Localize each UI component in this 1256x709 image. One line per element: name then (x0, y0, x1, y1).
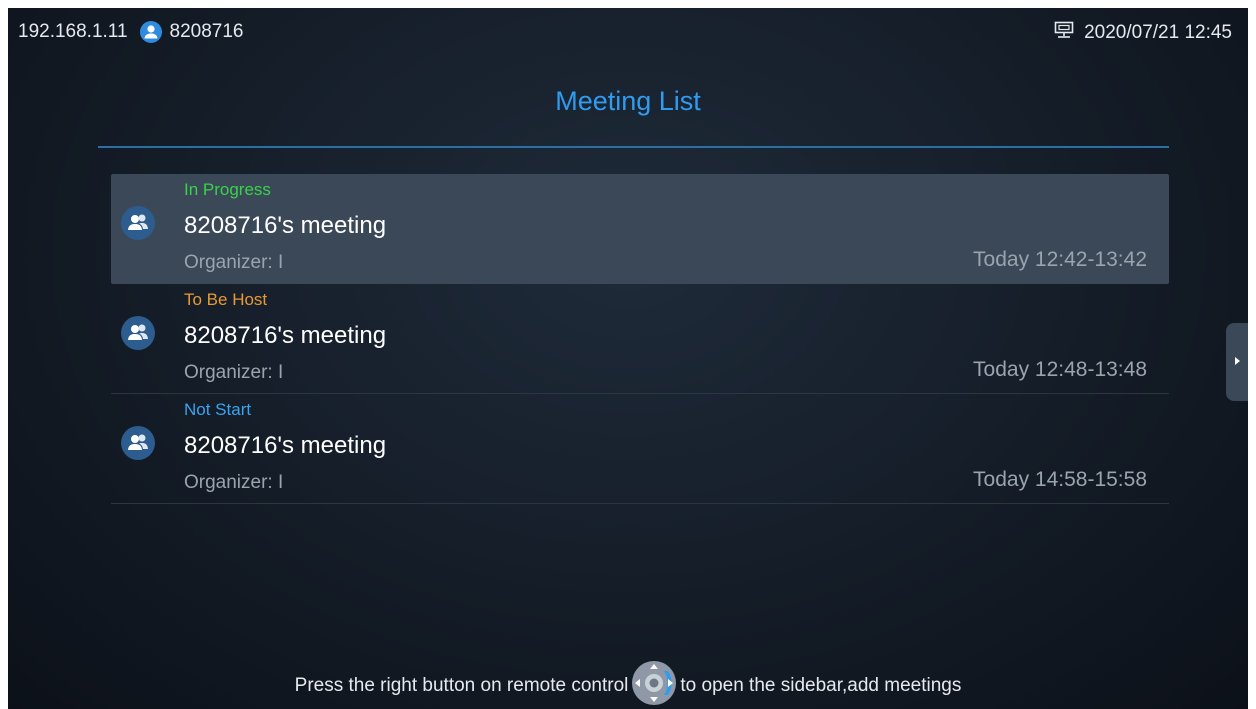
chevron-right-icon (1235, 357, 1240, 365)
meeting-status: Not Start (184, 400, 252, 419)
meeting-time: Today 12:42-13:42 (973, 248, 1147, 271)
screen: 192.168.1.11 8208716 2020/07/21 12:45 Me… (8, 8, 1248, 709)
meeting-organizer: Organizer: I (184, 472, 284, 493)
hint-text-before: Press the right button on remote control (294, 675, 629, 696)
status-right: 2020/07/21 12:45 (1054, 21, 1232, 45)
ip-address: 192.168.1.11 (18, 21, 128, 42)
meeting-time: Today 14:58-15:58 (973, 468, 1147, 491)
sidebar-toggle-button[interactable] (1226, 323, 1248, 401)
meeting-time: Today 12:48-13:48 (973, 358, 1147, 381)
group-icon (121, 426, 155, 460)
meeting-organizer: Organizer: I (184, 252, 284, 273)
meeting-title: 8208716's meeting (184, 432, 387, 459)
meeting-status: To Be Host (184, 290, 268, 309)
title-divider (98, 146, 1169, 148)
datetime: 2020/07/21 12:45 (1084, 22, 1232, 43)
meeting-row[interactable]: To Be Host 8208716's meeting Organizer: … (111, 284, 1169, 394)
meeting-row[interactable]: Not Start 8208716's meeting Organizer: I… (111, 394, 1169, 504)
meeting-row[interactable]: In Progress 8208716's meeting Organizer:… (111, 174, 1169, 284)
lan-icon (1054, 21, 1074, 45)
group-icon (121, 206, 155, 240)
meeting-organizer: Organizer: I (184, 362, 284, 383)
status-left: 192.168.1.11 8208716 (18, 21, 244, 43)
page-title: Meeting List (555, 86, 701, 116)
account-number: 8208716 (169, 21, 244, 42)
meeting-title: 8208716's meeting (184, 322, 387, 349)
status-bar: 192.168.1.11 8208716 2020/07/21 12:45 (8, 8, 1248, 58)
meeting-list: In Progress 8208716's meeting Organizer:… (111, 174, 1169, 504)
hint-bar: Press the right button on remote control… (8, 656, 1248, 709)
user-icon (139, 21, 162, 43)
meeting-status: In Progress (184, 180, 271, 199)
remote-dpad-icon (630, 659, 678, 709)
hint-text-after: to open the sidebar,add meetings (680, 675, 962, 696)
meeting-title: 8208716's meeting (184, 212, 387, 239)
group-icon (121, 316, 155, 350)
